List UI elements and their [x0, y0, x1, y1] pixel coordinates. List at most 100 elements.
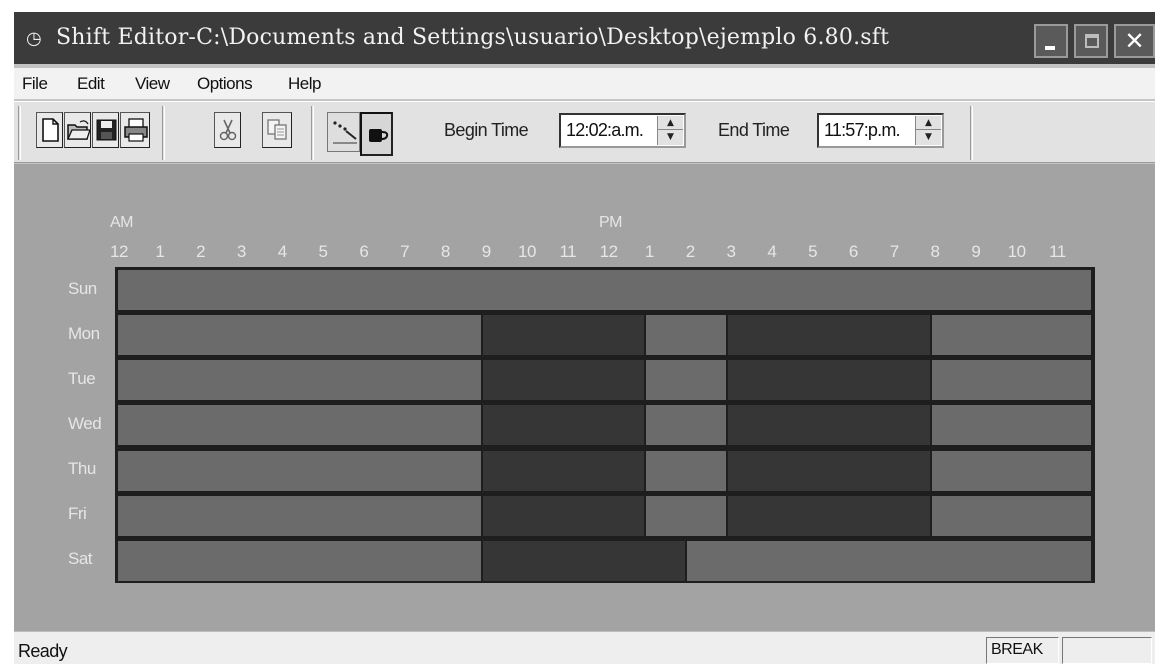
shift-block-break[interactable] — [646, 496, 726, 536]
menu-file[interactable]: File — [22, 74, 48, 94]
break-mode-toggle[interactable] — [360, 112, 393, 156]
shift-block-off[interactable] — [932, 451, 1091, 491]
print-icon — [124, 118, 148, 142]
hour-tick-label: 1 — [155, 242, 165, 261]
shift-block-work[interactable] — [483, 405, 644, 445]
coffee-cup-icon — [369, 129, 389, 142]
work-tool-icon — [333, 121, 357, 144]
shift-block-off[interactable] — [118, 270, 1091, 310]
begin-time-spinner[interactable]: 12:02:a.m. ▲ ▼ — [559, 113, 686, 148]
shift-block-off[interactable] — [118, 451, 481, 491]
menu-bar: File Edit View Options Help — [14, 68, 1155, 100]
end-time-spin-buttons: ▲ ▼ — [915, 116, 941, 145]
toolbar: Begin Time 12:02:a.m. ▲ ▼ End Time 11:57… — [14, 101, 1155, 163]
end-time-down-arrow-icon[interactable]: ▼ — [916, 130, 941, 144]
shift-block-work[interactable] — [728, 451, 930, 491]
close-button[interactable]: ✕ — [1114, 24, 1155, 58]
day-label-fri: Fri — [68, 504, 87, 524]
end-time-spinner[interactable]: 11:57:p.m. ▲ ▼ — [817, 113, 944, 148]
hour-tick-label: 2 — [685, 242, 695, 261]
day-label-tue: Tue — [68, 368, 96, 388]
shift-block-work[interactable] — [728, 315, 930, 355]
mode-status-panel: BREAK — [986, 637, 1059, 664]
shift-block-off[interactable] — [118, 541, 481, 581]
shift-block-off[interactable] — [932, 315, 1091, 355]
shift-block-work[interactable] — [483, 541, 685, 581]
minimize-icon — [1045, 46, 1055, 50]
work-mode-toggle[interactable] — [327, 112, 360, 152]
hour-tick-label: 11 — [559, 242, 577, 261]
hour-tick-label: 1 — [644, 242, 654, 261]
day-label-sat: Sat — [68, 549, 93, 569]
shift-block-break[interactable] — [646, 315, 726, 355]
cut-button[interactable] — [214, 112, 241, 148]
begin-time-value[interactable]: 12:02:a.m. — [566, 120, 658, 141]
shift-editor-window: ◷ Shift Editor-C:\Documents and Settings… — [14, 12, 1155, 664]
begin-time-spin-buttons: ▲ ▼ — [657, 116, 683, 145]
end-time-up-arrow-icon[interactable]: ▲ — [916, 116, 941, 130]
shift-block-work[interactable] — [483, 451, 644, 491]
hour-tick-label: 4 — [767, 242, 777, 261]
toolbar-grip — [18, 106, 21, 160]
shift-block-off[interactable] — [118, 405, 481, 445]
am-label: AM — [110, 214, 134, 231]
minimize-button[interactable] — [1034, 24, 1068, 58]
shift-block-break[interactable] — [646, 360, 726, 400]
hour-tick-label: 5 — [808, 242, 818, 261]
cut-icon — [219, 119, 237, 141]
hour-tick-label: 12 — [110, 242, 128, 261]
hour-tick-label: 12 — [599, 242, 618, 261]
hour-tick-label: 7 — [400, 242, 410, 261]
menu-edit[interactable]: Edit — [77, 74, 105, 94]
day-label-thu: Thu — [68, 459, 96, 479]
day-label-mon: Mon — [68, 323, 100, 343]
shift-block-work[interactable] — [728, 405, 930, 445]
shift-grid[interactable] — [115, 267, 1095, 583]
shift-block-work[interactable] — [483, 496, 644, 536]
shift-block-work[interactable] — [728, 360, 930, 400]
toolbar-separator — [162, 106, 165, 160]
end-time-value[interactable]: 11:57:p.m. — [824, 120, 916, 141]
shift-block-off[interactable] — [118, 315, 481, 355]
shift-block-off[interactable] — [932, 405, 1091, 445]
copy-button[interactable] — [262, 112, 292, 148]
hour-tick-label: 6 — [359, 242, 369, 261]
clock-icon[interactable]: ◷ — [26, 28, 48, 50]
extra-status-panel — [1062, 637, 1152, 664]
shift-block-off[interactable] — [118, 496, 481, 536]
hour-tick-label: 8 — [440, 242, 450, 261]
shift-block-off[interactable] — [932, 496, 1091, 536]
menu-options[interactable]: Options — [197, 74, 253, 94]
save-icon — [96, 119, 117, 141]
shift-block-work[interactable] — [483, 315, 644, 355]
status-text: Ready — [18, 641, 68, 661]
window-title: Shift Editor-C:\Documents and Settings\u… — [56, 25, 890, 50]
toolbar-separator — [970, 106, 973, 160]
begin-time-up-arrow-icon[interactable]: ▲ — [658, 116, 683, 130]
new-file-button[interactable] — [36, 112, 63, 148]
save-button[interactable] — [92, 112, 119, 148]
shift-block-work[interactable] — [483, 360, 644, 400]
shift-block-off[interactable] — [687, 541, 1091, 581]
hour-tick-label: 10 — [1007, 242, 1026, 261]
begin-time-down-arrow-icon[interactable]: ▼ — [658, 130, 683, 144]
title-bar[interactable]: ◷ Shift Editor-C:\Documents and Settings… — [14, 12, 1155, 64]
hour-tick-label: 5 — [318, 242, 328, 261]
menu-help[interactable]: Help — [288, 74, 321, 94]
shift-block-break[interactable] — [646, 451, 726, 491]
day-label-wed: Wed — [68, 414, 102, 433]
copy-icon — [267, 119, 287, 140]
open-folder-icon — [66, 120, 90, 140]
shift-block-off[interactable] — [118, 360, 481, 400]
pm-label: PM — [599, 214, 623, 231]
menu-view[interactable]: View — [135, 74, 170, 94]
shift-block-work[interactable] — [728, 496, 930, 536]
shift-block-break[interactable] — [646, 405, 726, 445]
maximize-button[interactable] — [1074, 24, 1108, 58]
shift-block-off[interactable] — [932, 360, 1091, 400]
print-button[interactable] — [120, 112, 150, 148]
hour-tick-label: 3 — [726, 242, 736, 261]
close-icon: ✕ — [1124, 27, 1145, 55]
open-file-button[interactable] — [64, 112, 91, 148]
hour-tick-label: 11 — [1049, 242, 1066, 261]
